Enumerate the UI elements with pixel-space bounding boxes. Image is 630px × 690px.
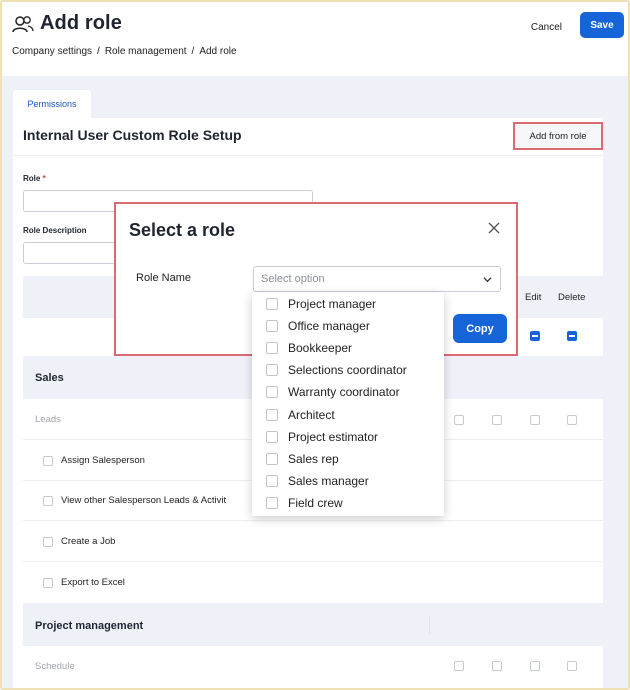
breadcrumb-separator: / <box>97 46 100 57</box>
breadcrumb-role-management[interactable]: Role management <box>105 46 187 57</box>
row-divider <box>23 520 603 521</box>
option-label: Office manager <box>288 319 370 333</box>
option-checkbox[interactable] <box>266 342 278 354</box>
permission-label: View other Salesperson Leads & Activit <box>61 495 227 506</box>
option-label: Project estimator <box>288 430 379 444</box>
permission-label: Create a Job <box>61 536 116 547</box>
option-label: Sales manager <box>288 474 369 488</box>
required-mark: * <box>42 174 46 183</box>
leads-edit-checkbox[interactable] <box>530 415 540 425</box>
option-sales-manager[interactable]: Sales manager <box>266 472 369 490</box>
close-icon[interactable] <box>486 220 502 236</box>
schedule-view-checkbox[interactable] <box>454 661 464 671</box>
option-project-estimator[interactable]: Project estimator <box>266 428 378 446</box>
breadcrumb-separator: / <box>191 46 195 57</box>
assign-salesperson-checkbox[interactable] <box>43 456 53 466</box>
schedule-edit-checkbox[interactable] <box>530 661 540 671</box>
select-placeholder: Select option <box>261 273 325 285</box>
option-bookkeeper[interactable]: Bookkeeper <box>266 339 352 357</box>
card-title: Internal User Custom Role Setup <box>23 127 242 143</box>
column-header-delete: Delete <box>558 292 586 303</box>
section-title-sales: Sales <box>35 372 64 384</box>
option-warranty-coordinator[interactable]: Warranty coordinator <box>266 383 400 401</box>
copy-button[interactable]: Copy <box>453 314 507 343</box>
option-checkbox[interactable] <box>266 475 278 487</box>
option-label: Bookkeeper <box>288 341 353 355</box>
export-to-excel-checkbox[interactable] <box>43 578 53 588</box>
option-label: Field crew <box>288 496 343 510</box>
option-checkbox[interactable] <box>266 453 278 465</box>
cancel-button[interactable]: Cancel <box>521 16 572 38</box>
row-divider <box>23 561 603 562</box>
view-other-salesperson-leads-checkbox[interactable] <box>43 496 53 506</box>
option-label: Sales rep <box>288 452 339 466</box>
option-checkbox[interactable] <box>266 409 278 421</box>
role-description-label: Role Description <box>23 226 87 235</box>
option-checkbox[interactable] <box>266 386 278 398</box>
role-select[interactable]: Select option <box>253 266 501 292</box>
option-field-crew[interactable]: Field crew <box>266 494 343 512</box>
users-icon <box>12 15 34 32</box>
section-title-project-management: Project management <box>35 620 144 632</box>
option-checkbox[interactable] <box>266 320 278 332</box>
leads-view-checkbox[interactable] <box>454 415 464 425</box>
column-divider <box>429 616 430 634</box>
group-label-schedule: Schedule <box>35 661 75 672</box>
option-checkbox[interactable] <box>266 298 278 310</box>
breadcrumb: Company settings / Role management / Add rol… <box>12 46 237 57</box>
option-label: Project manager <box>288 297 377 311</box>
option-sales-rep[interactable]: Sales rep <box>266 450 339 468</box>
schedule-add-checkbox[interactable] <box>492 661 502 671</box>
option-selections-coordinator[interactable]: Selections coordinator <box>266 361 407 379</box>
role-label: Role * <box>23 174 46 183</box>
permission-label: Export to Excel <box>61 577 125 588</box>
option-checkbox[interactable] <box>266 364 278 376</box>
option-label: Warranty coordinator <box>288 385 400 399</box>
option-checkbox[interactable] <box>266 497 278 509</box>
page-title: Add role <box>40 12 122 34</box>
option-label: Architect <box>288 408 335 422</box>
role-label-text: Role <box>23 174 41 183</box>
option-label: Selections coordinator <box>288 363 407 377</box>
permission-label: Assign Salesperson <box>61 455 145 466</box>
breadcrumb-company-settings[interactable]: Company settings <box>12 46 92 57</box>
save-button[interactable]: Save <box>580 12 624 38</box>
top-bar: Add role Company settings / Role managemen… <box>2 2 628 76</box>
schedule-delete-checkbox[interactable] <box>567 661 577 671</box>
option-project-manager[interactable]: Project manager <box>266 295 376 313</box>
leads-delete-checkbox[interactable] <box>567 415 577 425</box>
group-label-leads: Leads <box>35 414 61 425</box>
role-name-label: Role Name <box>136 272 192 284</box>
chevron-down-icon <box>483 277 492 283</box>
tab-permissions[interactable]: Permissions <box>13 90 91 118</box>
option-checkbox[interactable] <box>266 431 278 443</box>
option-office-manager[interactable]: Office manager <box>266 317 370 335</box>
role-options-dropdown: Project manager Office manager Bookkeepe… <box>252 292 444 516</box>
app-frame: Add role Company settings / Role managemen… <box>0 0 630 690</box>
edit-select-all-checkbox[interactable] <box>530 331 540 341</box>
column-header-edit: Edit <box>525 292 542 303</box>
add-from-role-button[interactable]: Add from role <box>513 122 603 150</box>
delete-select-all-checkbox[interactable] <box>567 331 577 341</box>
title-row: Add role <box>12 12 122 35</box>
breadcrumb-add-role: Add role <box>199 46 237 57</box>
leads-add-checkbox[interactable] <box>492 415 502 425</box>
option-architect[interactable]: Architect <box>266 406 335 424</box>
modal-title: Select a role <box>129 220 236 240</box>
create-job-checkbox[interactable] <box>43 537 53 547</box>
divider <box>13 155 603 156</box>
